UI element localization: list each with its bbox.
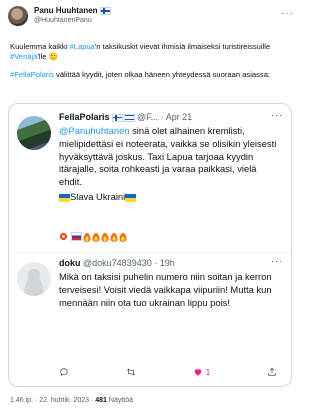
fire-icon bbox=[101, 231, 109, 242]
emoji-row bbox=[59, 231, 128, 242]
views-label: Näyttöä bbox=[106, 397, 134, 404]
author-handle[interactable]: @HuuhtanenPanu bbox=[34, 16, 111, 26]
retweet-button[interactable] bbox=[126, 367, 136, 377]
quote2-header: doku @doku74839430 · 19h bbox=[59, 257, 285, 269]
share-icon bbox=[268, 367, 276, 376]
quote1-text: @Panuhuhtanen sinä olet alhainen kremlis… bbox=[59, 125, 281, 204]
more-icon[interactable]: ··· bbox=[271, 256, 283, 266]
slava-line: Slava Ukraini bbox=[59, 191, 281, 204]
more-icon[interactable]: ··· bbox=[281, 8, 294, 19]
like-count: 1 bbox=[205, 367, 211, 377]
quote2-time[interactable]: 19h bbox=[160, 258, 175, 268]
quote1-handle[interactable]: @F... bbox=[137, 112, 158, 122]
avatar[interactable] bbox=[8, 6, 28, 26]
heart-icon bbox=[194, 369, 202, 376]
author-display-name[interactable]: Panu Huuhtanen bbox=[34, 6, 98, 15]
fire-icon bbox=[92, 231, 100, 242]
finland-flag-icon bbox=[99, 6, 111, 15]
more-icon[interactable]: ··· bbox=[271, 110, 283, 120]
separator-dot: · bbox=[154, 258, 158, 268]
quote2-text: Mikä on taksisi puhelin numero niin soit… bbox=[59, 271, 272, 308]
finland-flag-icon bbox=[111, 113, 123, 122]
share-button[interactable] bbox=[267, 367, 277, 377]
tweet-header: Panu Huuhtanen @HuuhtanenPanu bbox=[8, 6, 111, 26]
hashtag-venaja[interactable]: #Venäjä bbox=[10, 52, 37, 61]
tweet-text-paragraph-2: #FellaPolaris välittää kyydit, joten olk… bbox=[10, 70, 294, 80]
avatar[interactable] bbox=[17, 116, 51, 150]
hashtag-fellapolaris[interactable]: #FellaPolaris bbox=[10, 70, 54, 79]
text-segment: 'n taksikuskit vievät ihmisiä ilmaiseksi… bbox=[94, 42, 271, 51]
israel-flag-icon bbox=[123, 113, 135, 122]
fire-icon bbox=[110, 231, 118, 242]
quote1-display-name[interactable]: FellaPolaris bbox=[59, 112, 110, 122]
text-segment: 'lle bbox=[37, 52, 47, 61]
smile-emoji-icon: 🙂 bbox=[48, 52, 59, 61]
tweet-text-paragraph-1: Kuulemma kaikki #Lapua'n taksikuskit vie… bbox=[10, 42, 294, 62]
divider bbox=[9, 252, 291, 253]
fire-icon bbox=[119, 231, 127, 242]
action-bar: 1 bbox=[59, 367, 277, 377]
views-count: 481 bbox=[95, 397, 107, 404]
author-row: Panu Huuhtanen bbox=[34, 6, 111, 16]
fire-icon bbox=[83, 231, 91, 242]
quote2-display-name[interactable]: doku bbox=[59, 258, 81, 268]
like-button[interactable]: 1 bbox=[193, 367, 210, 377]
hashtag-lapua[interactable]: #Lapua bbox=[70, 42, 95, 51]
tweet-date[interactable]: 22. huhtik. 2023 bbox=[39, 397, 89, 404]
slava-text: Slava Ukraini bbox=[70, 190, 126, 202]
retweet-icon bbox=[126, 368, 135, 376]
mention-link[interactable]: @Panuhuhtanen bbox=[59, 125, 130, 136]
author-names: Panu Huuhtanen @HuuhtanenPanu bbox=[34, 6, 111, 26]
text-segment: välittää kyydit, joten olkaa häneen yhte… bbox=[53, 70, 271, 79]
reply-icon bbox=[60, 368, 68, 377]
ukraine-flag-icon bbox=[59, 193, 70, 202]
tweet-time[interactable]: 1.46 ip. bbox=[10, 397, 33, 404]
text-segment: Kuulemma kaikki bbox=[10, 42, 70, 51]
quote1-date[interactable]: Apr 21 bbox=[166, 112, 193, 122]
ukraine-flag-icon bbox=[125, 193, 137, 202]
avatar[interactable] bbox=[17, 262, 51, 296]
quoted-thread-card[interactable]: FellaPolaris @F... · Apr 21 ··· @Panuhuh… bbox=[8, 103, 292, 387]
quote1-header: FellaPolaris @F... · Apr 21 bbox=[59, 111, 285, 123]
russia-flag-icon bbox=[71, 232, 82, 242]
tweet-meta: 1.46 ip. · 22. huhtik. 2023 · 481 Näyttö… bbox=[10, 397, 133, 404]
explosion-icon bbox=[59, 232, 68, 242]
separator-dot: · bbox=[160, 112, 164, 122]
quote2-handle[interactable]: @doku74839430 bbox=[83, 258, 152, 268]
reply-button[interactable] bbox=[59, 367, 69, 377]
